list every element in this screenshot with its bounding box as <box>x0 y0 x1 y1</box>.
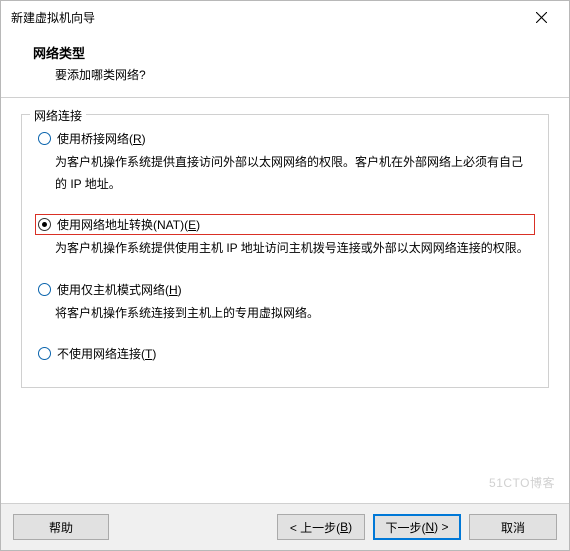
network-fieldset: 网络连接 使用桥接网络(R) 为客户机操作系统提供直接访问外部以太网网络的权限。… <box>21 114 549 388</box>
radio-bridged[interactable] <box>38 132 51 145</box>
page-title: 网络类型 <box>33 43 551 62</box>
footer: 帮助 < 上一步(B) 下一步(N) > 取消 <box>1 503 569 550</box>
back-button[interactable]: < 上一步(B) <box>277 514 365 540</box>
label-text: ) <box>348 520 352 534</box>
option-nat-label: 使用网络地址转换(NAT)(E) <box>57 216 200 233</box>
radio-nat[interactable] <box>38 218 51 231</box>
option-bridged-label: 使用桥接网络(R) <box>57 130 146 147</box>
option-bridged: 使用桥接网络(R) 为客户机操作系统提供直接访问外部以太网网络的权限。客户机在外… <box>36 129 534 195</box>
watermark: 51CTO博客 <box>489 474 555 491</box>
option-none-label: 不使用网络连接(T) <box>57 345 156 362</box>
option-bridged-desc: 为客户机操作系统提供直接访问外部以太网网络的权限。客户机在外部网络上必须有自己的… <box>36 148 534 195</box>
label-text: 使用网络地址转换(NAT)( <box>57 218 188 232</box>
label-text: ) <box>178 283 182 297</box>
label-text: 不使用网络连接( <box>57 347 145 361</box>
option-nat-row[interactable]: 使用网络地址转换(NAT)(E) <box>36 215 534 234</box>
fieldset-legend: 网络连接 <box>30 107 86 124</box>
label-accel: E <box>188 218 196 232</box>
titlebar: 新建虚拟机向导 <box>1 1 569 33</box>
help-button[interactable]: 帮助 <box>13 514 109 540</box>
label-text: 下一步( <box>385 519 425 536</box>
next-button[interactable]: 下一步(N) > <box>373 514 461 540</box>
option-none-row[interactable]: 不使用网络连接(T) <box>36 344 534 363</box>
label-text: ) <box>142 132 146 146</box>
option-hostonly-desc: 将客户机操作系统连接到主机上的专用虚拟网络。 <box>36 299 534 325</box>
wizard-header: 网络类型 要添加哪类网络? <box>1 33 569 98</box>
label-text: 使用仅主机模式网络( <box>57 283 169 297</box>
option-hostonly: 使用仅主机模式网络(H) 将客户机操作系统连接到主机上的专用虚拟网络。 <box>36 280 534 325</box>
option-hostonly-label: 使用仅主机模式网络(H) <box>57 281 182 298</box>
close-button[interactable] <box>521 3 561 31</box>
label-text: < 上一步( <box>290 519 340 536</box>
content-area: 网络连接 使用桥接网络(R) 为客户机操作系统提供直接访问外部以太网网络的权限。… <box>1 98 569 503</box>
option-hostonly-row[interactable]: 使用仅主机模式网络(H) <box>36 280 534 299</box>
window-title: 新建虚拟机向导 <box>11 9 521 26</box>
option-none: 不使用网络连接(T) <box>36 344 534 363</box>
label-text: 使用桥接网络( <box>57 132 133 146</box>
cancel-button[interactable]: 取消 <box>469 514 557 540</box>
label-accel: N <box>425 520 434 534</box>
radio-hostonly[interactable] <box>38 283 51 296</box>
close-icon <box>536 12 547 23</box>
label-accel: H <box>169 283 178 297</box>
option-nat-desc: 为客户机操作系统提供使用主机 IP 地址访问主机拨号连接或外部以太网网络连接的权… <box>36 234 534 260</box>
label-text: ) <box>196 218 200 232</box>
label-accel: R <box>133 132 142 146</box>
option-bridged-row[interactable]: 使用桥接网络(R) <box>36 129 534 148</box>
option-nat: 使用网络地址转换(NAT)(E) 为客户机操作系统提供使用主机 IP 地址访问主… <box>36 215 534 260</box>
label-accel: B <box>340 520 348 534</box>
wizard-window: 新建虚拟机向导 网络类型 要添加哪类网络? 网络连接 使用桥接网络(R) 为客户… <box>0 0 570 551</box>
page-subtitle: 要添加哪类网络? <box>33 66 551 83</box>
label-text: ) > <box>434 520 448 534</box>
label-text: ) <box>152 347 156 361</box>
radio-none[interactable] <box>38 347 51 360</box>
